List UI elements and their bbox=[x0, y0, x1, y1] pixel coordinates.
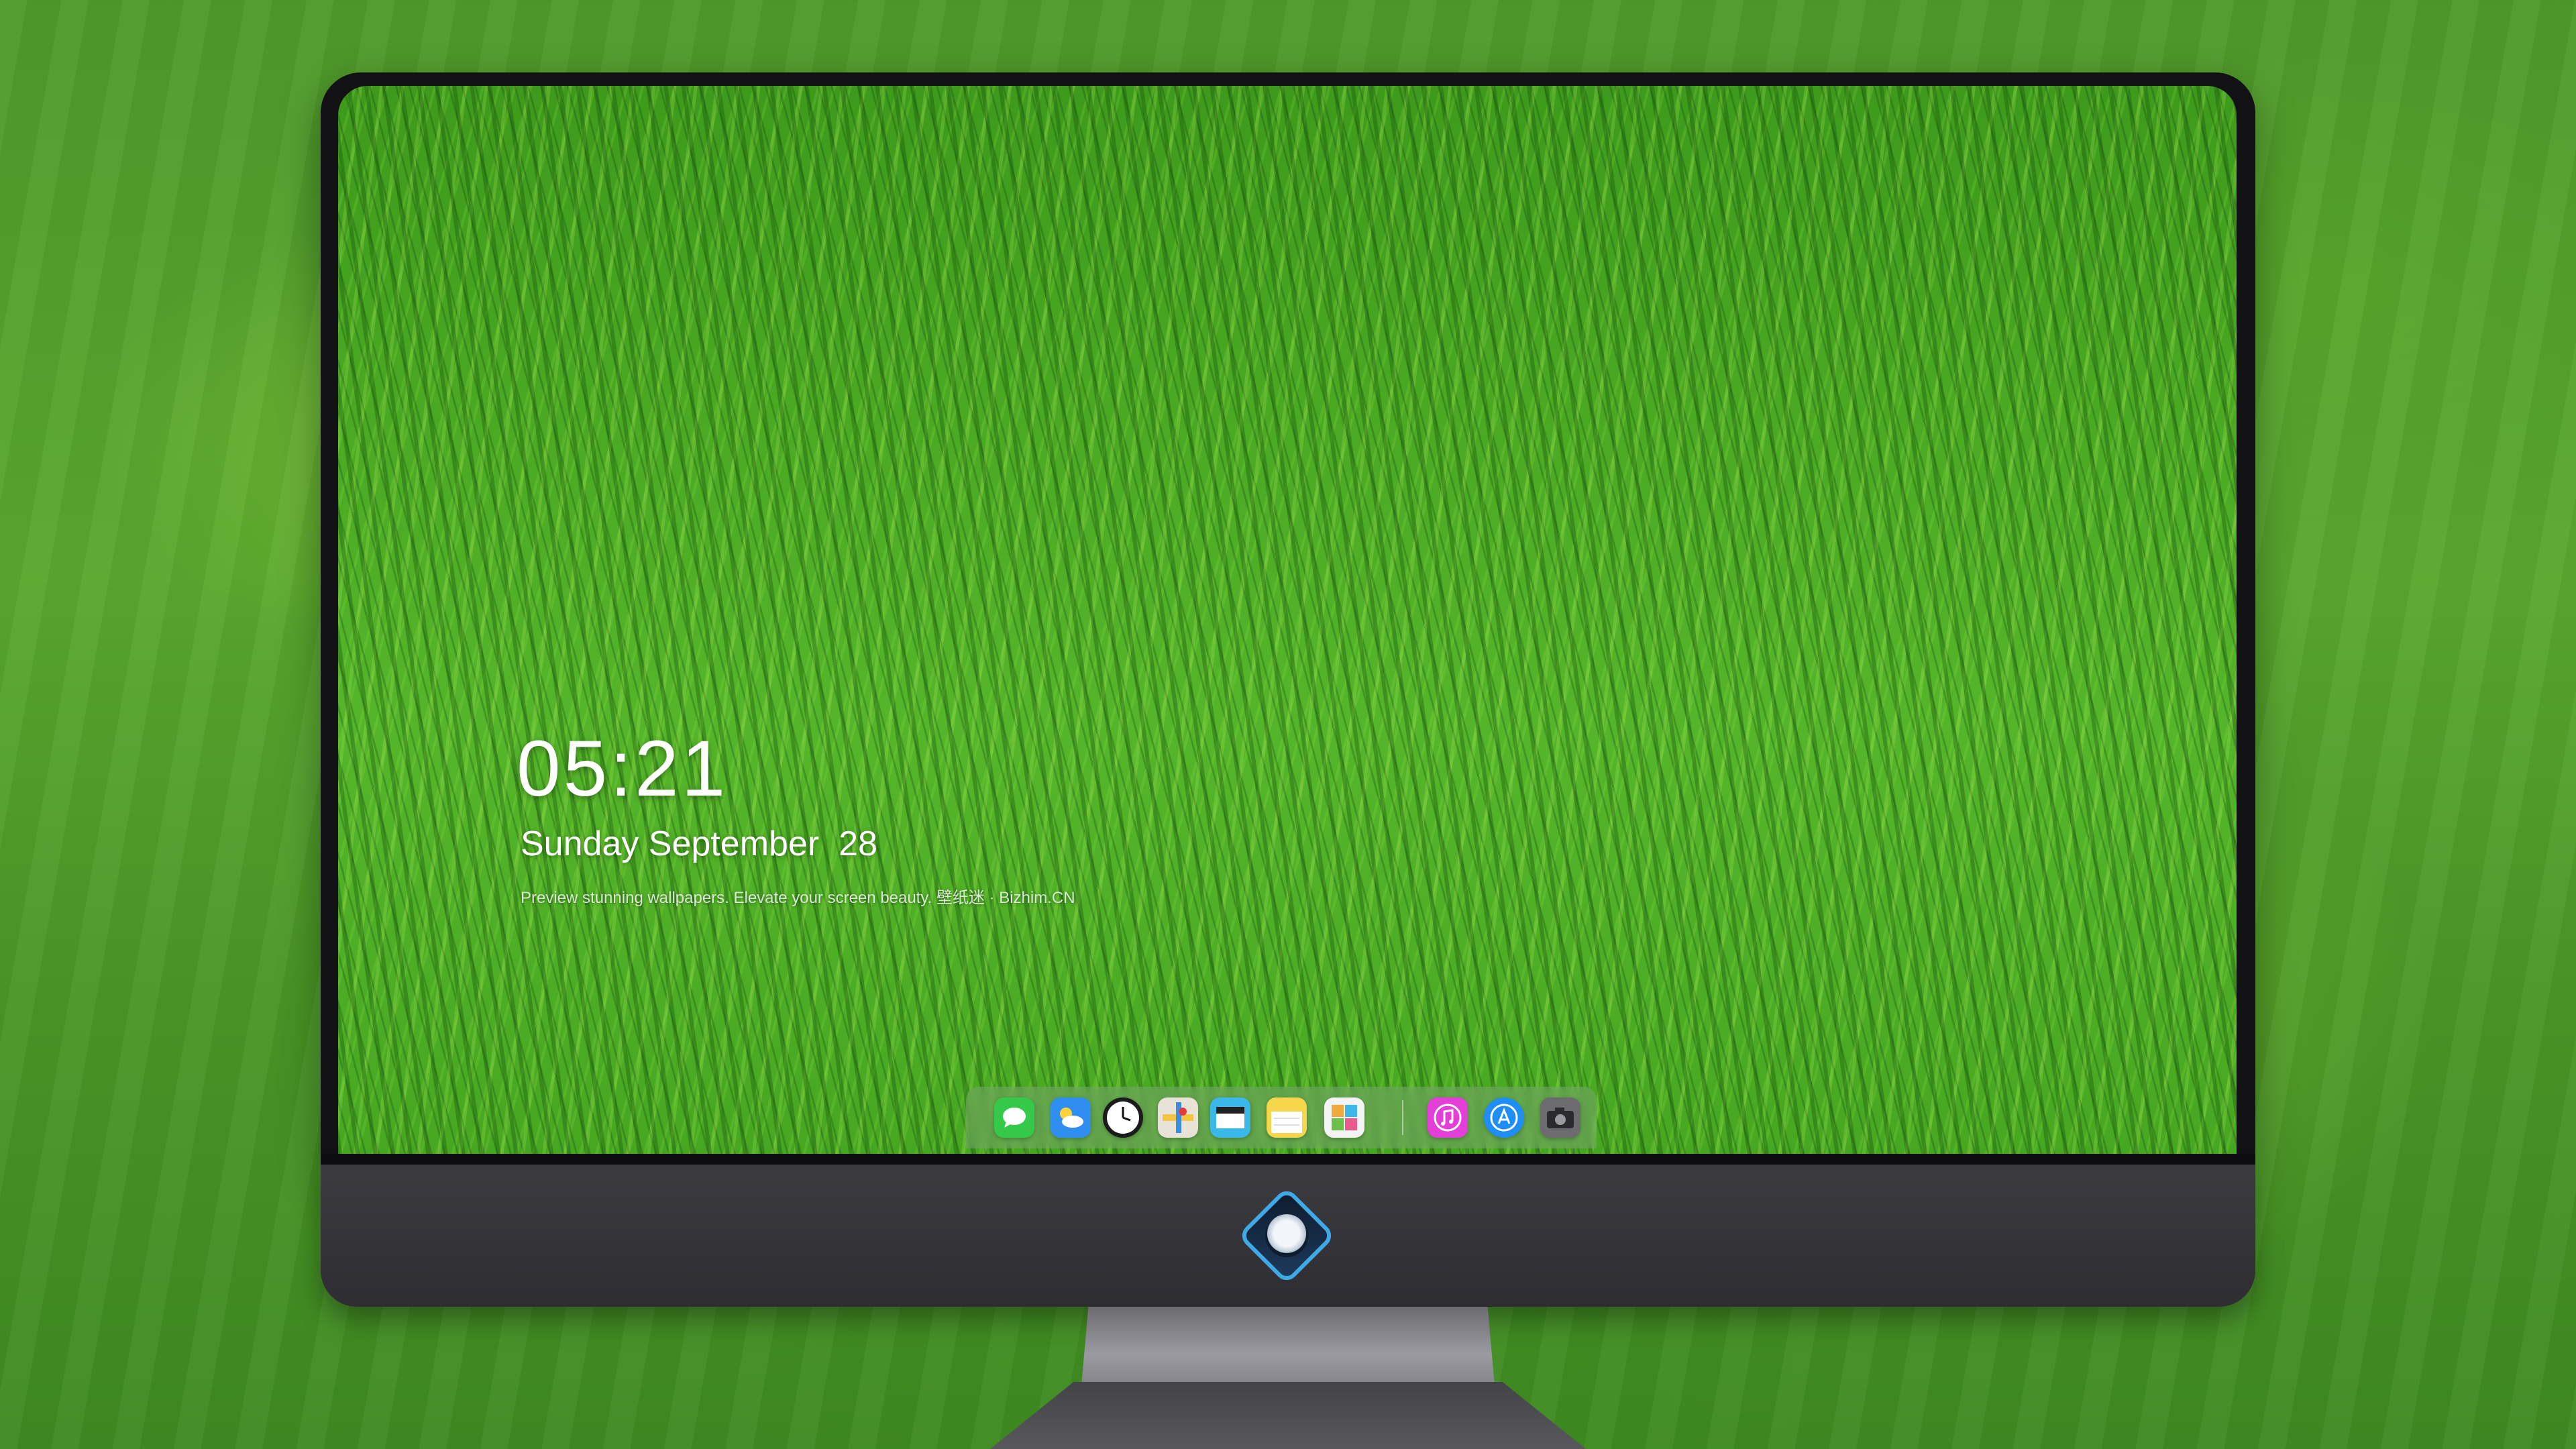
lockscreen-date: Sunday September 28 bbox=[521, 824, 877, 863]
monitor-stand-base bbox=[990, 1382, 1586, 1449]
brand-logo-face bbox=[1265, 1214, 1308, 1257]
photos-icon[interactable] bbox=[1324, 1097, 1364, 1138]
dock-separator bbox=[1402, 1100, 1403, 1135]
notes-icon[interactable] bbox=[1267, 1097, 1307, 1138]
app-store-icon[interactable] bbox=[1484, 1097, 1524, 1138]
lockscreen-tagline: Preview stunning wallpapers. Elevate you… bbox=[521, 889, 1075, 907]
lockscreen-time: 05:21 bbox=[517, 724, 729, 813]
itunes-icon[interactable] bbox=[1428, 1097, 1468, 1138]
clock-icon[interactable] bbox=[1103, 1097, 1143, 1138]
weather-icon[interactable] bbox=[1051, 1097, 1091, 1138]
desktop-wallpaper bbox=[338, 86, 2237, 1154]
maps-icon[interactable] bbox=[1158, 1097, 1198, 1138]
camera-icon[interactable] bbox=[1540, 1097, 1580, 1138]
messages-icon[interactable] bbox=[994, 1097, 1034, 1138]
video-icon[interactable] bbox=[1210, 1097, 1250, 1138]
